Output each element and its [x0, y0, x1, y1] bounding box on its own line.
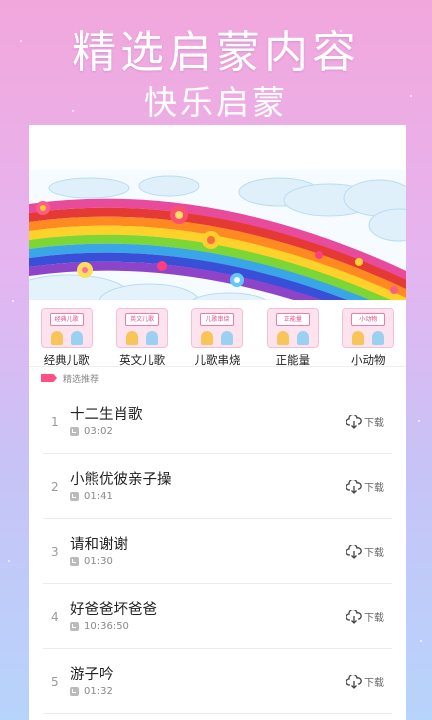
cloud-download-icon [346, 674, 362, 689]
download-button[interactable]: 下载 [346, 544, 384, 559]
song-title: 小熊优彼亲子操 [70, 472, 172, 488]
song-title: 游子吟 [70, 667, 114, 683]
song-index: 1 [51, 415, 59, 429]
section-header: 精选推荐 [29, 366, 406, 389]
song-duration: 01:41 [84, 491, 113, 502]
clock-icon [70, 427, 79, 436]
clock-icon [70, 687, 79, 696]
song-duration: 01:32 [84, 686, 113, 697]
song-index: 4 [51, 610, 59, 624]
download-button[interactable]: 下载 [346, 609, 384, 624]
list-item[interactable]: 3 请和谢谢 01:30 下载 [43, 519, 392, 584]
category-thumbnail: 小动物 [342, 308, 395, 348]
category-item[interactable]: 小动物 小动物 [333, 308, 403, 368]
cloud-download-icon [346, 544, 362, 559]
promo-title: 精选启蒙内容 [72, 27, 360, 78]
clock-icon [70, 492, 79, 501]
song-index: 5 [51, 675, 59, 689]
category-label: 小动物 [351, 353, 386, 367]
category-thumbnail: 经典儿歌 [40, 308, 93, 348]
cloud-download-icon [346, 479, 362, 494]
banner-image[interactable] [29, 170, 406, 300]
category-label: 正能量 [275, 353, 311, 367]
clock-icon [70, 557, 79, 566]
category-label: 英文儿歌 [119, 353, 166, 367]
song-index: 2 [51, 480, 59, 494]
rainbow-illustration [29, 170, 406, 300]
song-duration: 10:36:50 [84, 621, 129, 632]
song-title: 好爸爸坏爸爸 [70, 602, 157, 618]
app-screen: 经典儿歌 经典儿歌 英文儿歌 英文儿歌 儿歌串烧 儿歌串烧 正能量 正能量 小动… [29, 125, 406, 720]
category-item[interactable]: 经典儿歌 经典儿歌 [32, 308, 102, 368]
list-item[interactable]: 2 小熊优彼亲子操 01:41 下载 [43, 454, 392, 519]
category-thumbnail: 正能量 [266, 308, 319, 348]
promo-subtitle: 快乐启蒙 [144, 83, 288, 122]
section-title: 精选推荐 [63, 374, 100, 385]
category-item[interactable]: 正能量 正能量 [258, 308, 328, 368]
category-thumbnail: 英文儿歌 [116, 308, 169, 348]
category-item[interactable]: 英文儿歌 英文儿歌 [107, 308, 177, 368]
cloud-download-icon [346, 609, 362, 624]
download-button[interactable]: 下载 [346, 414, 384, 429]
song-list: 1 十二生肖歌 03:02 下载 2 小熊优彼亲子操 01:41 下载 3 请和… [29, 389, 406, 714]
song-title: 十二生肖歌 [70, 407, 143, 423]
flag-icon [41, 374, 57, 382]
list-item[interactable]: 5 游子吟 01:32 下载 [43, 649, 392, 714]
list-item[interactable]: 4 好爸爸坏爸爸 10:36:50 下载 [43, 584, 392, 649]
clock-icon [70, 622, 79, 631]
category-label: 经典儿歌 [43, 353, 90, 367]
category-thumbnail: 儿歌串烧 [191, 308, 244, 348]
category-label: 儿歌串烧 [194, 353, 241, 367]
song-duration: 01:30 [84, 556, 113, 567]
download-button[interactable]: 下载 [346, 674, 384, 689]
download-button[interactable]: 下载 [346, 479, 384, 494]
song-title: 请和谢谢 [70, 537, 128, 553]
song-duration: 03:02 [84, 426, 113, 437]
list-item[interactable]: 1 十二生肖歌 03:02 下载 [43, 389, 392, 454]
song-index: 3 [51, 545, 59, 559]
cloud-download-icon [346, 414, 362, 429]
status-strip [29, 125, 406, 170]
category-bar: 经典儿歌 经典儿歌 英文儿歌 英文儿歌 儿歌串烧 儿歌串烧 正能量 正能量 小动… [29, 300, 406, 368]
category-item[interactable]: 儿歌串烧 儿歌串烧 [182, 308, 252, 368]
